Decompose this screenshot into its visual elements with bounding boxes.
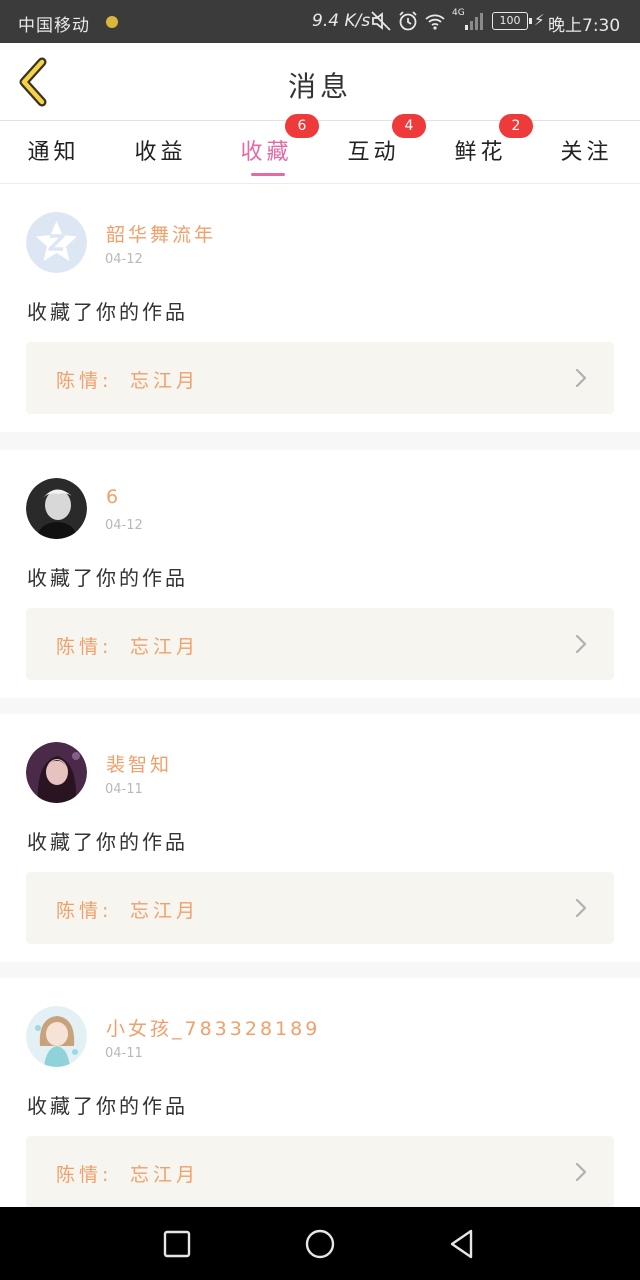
signal-icon: [465, 13, 483, 30]
tab-interactions[interactable]: 互动 4: [320, 114, 427, 183]
tab-label: 收益: [134, 140, 187, 165]
default-avatar-icon: [26, 212, 87, 273]
alarm-icon: [399, 11, 417, 31]
action-text: 收藏了你的作品: [27, 1094, 188, 1118]
battery-icon: 100: [492, 12, 532, 30]
work-category: 陈情:: [56, 636, 113, 658]
unread-badge: 6: [285, 114, 319, 138]
status-bar: 中国移动 9.4 K/s 4G 100 ⚡ 晚上7:30: [0, 0, 640, 43]
work-link[interactable]: 陈情: 忘江月: [26, 608, 614, 680]
tab-label: 通知: [27, 140, 80, 165]
carrier-name: 中国移动: [18, 16, 90, 36]
work-category: 陈情:: [56, 1164, 113, 1186]
timestamp: 04-12: [105, 518, 143, 533]
user-photo-icon: [26, 1006, 87, 1067]
list-item: 韶华舞流年 04-12 收藏了你的作品 陈情: 忘江月: [0, 184, 640, 432]
username[interactable]: 韶华舞流年: [106, 220, 216, 247]
timestamp: 04-12: [105, 252, 143, 267]
chevron-right-icon: [575, 898, 587, 918]
wifi-icon: [425, 14, 445, 30]
username[interactable]: 小女孩_783328189: [106, 1014, 320, 1041]
avatar[interactable]: [26, 212, 87, 273]
username[interactable]: 6: [106, 486, 121, 508]
tab-label: 收藏: [240, 140, 293, 165]
work-link[interactable]: 陈情: 忘江月: [26, 1136, 614, 1207]
recent-apps-icon[interactable]: [160, 1227, 194, 1261]
chevron-right-icon: [575, 1162, 587, 1182]
tab-earnings[interactable]: 收益: [107, 121, 214, 183]
username[interactable]: 裴智知: [106, 750, 172, 777]
back-triangle-icon[interactable]: [445, 1227, 479, 1261]
tab-following[interactable]: 关注: [533, 121, 640, 183]
list-item: 6 04-12 收藏了你的作品 陈情: 忘江月: [0, 450, 640, 698]
avatar[interactable]: [26, 742, 87, 803]
network-speed: 9.4 K/s: [312, 11, 371, 31]
work-title: 忘江月: [130, 1164, 200, 1186]
tab-notifications[interactable]: 通知: [0, 121, 107, 183]
tab-label: 鲜花: [454, 140, 507, 165]
tab-favorites[interactable]: 收藏 6: [213, 114, 320, 183]
page-title: 消息: [287, 70, 352, 103]
unread-badge: 2: [499, 114, 533, 138]
home-icon[interactable]: [303, 1227, 337, 1261]
user-photo-icon: [26, 478, 87, 539]
active-tab-indicator: [251, 173, 285, 176]
system-navigation-bar: [0, 1207, 640, 1280]
work-title: 忘江月: [130, 370, 200, 392]
work-category: 陈情:: [56, 370, 113, 392]
work-link[interactable]: 陈情: 忘江月: [26, 342, 614, 414]
tab-flowers[interactable]: 鲜花 2: [427, 114, 534, 183]
action-text: 收藏了你的作品: [27, 566, 188, 590]
user-photo-icon: [26, 742, 87, 803]
tab-label: 互动: [347, 140, 400, 165]
work-category: 陈情:: [56, 900, 113, 922]
avatar[interactable]: [26, 478, 87, 539]
tab-label: 关注: [560, 140, 613, 165]
chevron-right-icon: [575, 634, 587, 654]
notification-bulb-icon: [106, 16, 118, 28]
unread-badge: 4: [392, 114, 426, 138]
charging-icon: ⚡: [534, 11, 545, 29]
work-title: 忘江月: [130, 636, 200, 658]
avatar[interactable]: [26, 1006, 87, 1067]
action-text: 收藏了你的作品: [27, 830, 188, 854]
app-header: 消息: [0, 43, 640, 120]
clock: 晚上7:30: [548, 16, 621, 36]
timestamp: 04-11: [105, 1046, 143, 1061]
list-item: 裴智知 04-11 收藏了你的作品 陈情: 忘江月: [0, 714, 640, 962]
work-title: 忘江月: [130, 900, 200, 922]
timestamp: 04-11: [105, 782, 143, 797]
list-item: 小女孩_783328189 04-11 收藏了你的作品 陈情: 忘江月: [0, 978, 640, 1207]
chevron-right-icon: [575, 368, 587, 388]
mute-icon: [371, 11, 391, 31]
work-link[interactable]: 陈情: 忘江月: [26, 872, 614, 944]
tab-bar: 通知 收益 收藏 6 互动 4 鲜花 2 关注: [0, 114, 640, 184]
action-text: 收藏了你的作品: [27, 300, 188, 324]
message-list[interactable]: 韶华舞流年 04-12 收藏了你的作品 陈情: 忘江月 6 04-12 收藏了你…: [0, 184, 640, 1207]
